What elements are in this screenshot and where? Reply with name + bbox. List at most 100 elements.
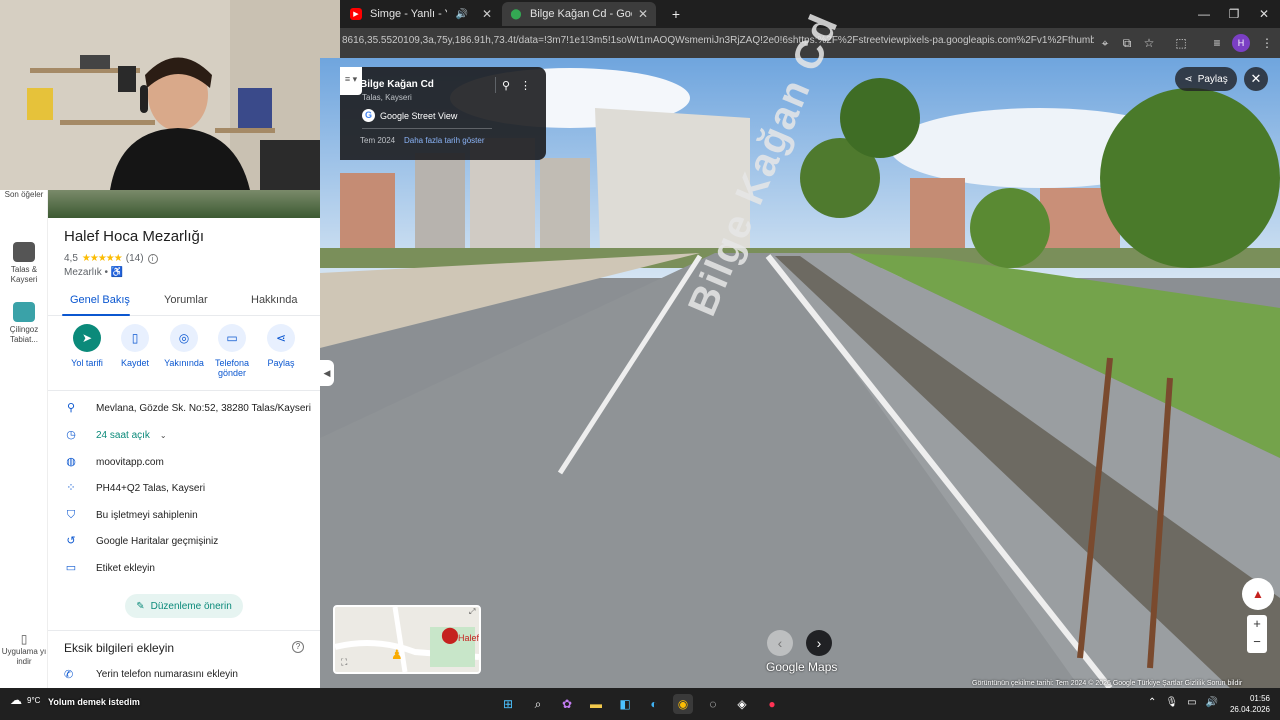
pegman-icon[interactable]: ♟ [391,647,403,663]
system-tray[interactable]: ⌃🎙▭🔊 [1148,697,1227,708]
map-footer: Görüntünün çekilme tarihi: Tem 2024 © 20… [972,680,1243,687]
review-count[interactable]: (14) [126,253,144,264]
rating-value: 4,5 [64,253,78,264]
weather-widget[interactable]: ☁ 9°C [10,693,40,707]
divider [48,630,320,631]
tab-youtube[interactable]: ▶ Simge - Yanlı - YouTube 🔊 ✕ [342,2,500,26]
close-tab-icon[interactable]: ✕ [638,7,648,21]
claim-business-row[interactable]: ⛉ Bu işletmeyi sahiplenin [64,505,314,525]
clock[interactable]: 01:56 26.04.2026 [1230,693,1270,715]
app-icon[interactable]: ◈ [732,694,752,714]
tab-google-maps[interactable]: ⬤ Bilge Kağan Cd - Google Harita ✕ [502,2,656,26]
bookmark-icon: ▯ [121,324,149,352]
search-icon[interactable]: ⌕ [528,694,548,714]
add-label-row[interactable]: ▭ Etiket ekleyin [64,558,314,578]
more-dates-link[interactable]: Daha fazla tarih göster [404,136,485,145]
chevron-down-icon: ⌄ [159,430,167,440]
rail-label: Talas & Kayseri [10,265,38,284]
plus-code-row[interactable]: ⁘ PH44+Q2 Talas, Kayseri [64,478,314,498]
more-options-icon[interactable]: ⋮ [520,79,531,92]
save-button[interactable]: ▯ Kaydet [110,324,160,368]
expand-icon[interactable]: ⛶ [341,657,347,668]
webcam-overlay [0,0,340,190]
location-pin-icon: ⚲ [66,402,76,414]
tab-title: Simge - Yanlı - YouTube [370,8,447,20]
maps-history-row[interactable]: ↺ Google Haritalar geçmişiniz [64,531,314,551]
menu-kebab-icon[interactable]: ⋮ [1258,34,1276,52]
category-row: Mezarlık • ♿ [64,267,123,278]
edge-icon[interactable]: ◐ [644,694,664,714]
share-icon: ⋖ [1184,73,1193,85]
help-icon[interactable]: ? [292,641,304,653]
rail-recent[interactable]: Son öğeler [0,190,48,200]
address-row[interactable]: ⚲ Mevlana, Gözde Sk. No:52, 38280 Talas/… [64,398,314,418]
close-street-view-button[interactable]: ✕ [1244,67,1268,91]
url-field[interactable]: 8616,35.5520109,3a,75y,186.91h,73.4t/dat… [342,35,1094,46]
chrome-icon[interactable]: ◉ [673,694,693,714]
pin-icon[interactable]: ⚲ [502,79,510,92]
collapse-panel-button[interactable]: ◀ [320,360,334,386]
website-row[interactable]: ◍ moovitapp.com [64,452,314,472]
app-icon[interactable]: ◌ [703,694,723,714]
stream-caption: Yolum demek istedim [48,697,140,707]
install-app-icon[interactable]: ⧉ [1118,34,1136,52]
wheelchair-icon: ♿ [110,267,124,278]
tab-reviews[interactable]: Yorumlar [164,294,208,306]
info-icon[interactable]: i [147,253,158,264]
share-icon: ⋖ [267,324,295,352]
action-label: Yol tarifi [71,358,103,368]
nearby-button[interactable]: ◎ Yakınında [159,324,209,368]
share-button[interactable]: ⋖ Paylaş [1175,67,1237,91]
close-window-button[interactable]: ✕ [1250,4,1278,24]
place-photo[interactable] [48,190,320,218]
profile-avatar[interactable]: H [1232,34,1250,52]
suggest-edit-button[interactable]: ✎ Düzenleme önerin [125,594,243,618]
minimize-button[interactable]: — [1190,4,1218,24]
directions-button[interactable]: ➤ Yol tarifi [62,324,112,368]
rail-talas-kayseri[interactable]: Talas & Kayseri [0,242,48,285]
tab-title: Bilge Kağan Cd - Google Harita [530,8,632,20]
place-panel: Halef Hoca Mezarlığı 4,5 ★★★★★ (14) i Me… [48,190,320,688]
file-explorer-icon[interactable]: ▬ [586,694,606,714]
location-icon[interactable]: ⌖ [1096,34,1114,52]
tab-about[interactable]: Hakkında [251,294,297,306]
store-icon[interactable]: ◧ [615,694,635,714]
resize-icon[interactable]: ⤢ [469,607,475,617]
share-place-button[interactable]: ⋖ Paylaş [256,324,306,368]
music-app-icon[interactable]: ● [762,694,782,714]
claim-text: Bu işletmeyi sahiplenin [96,509,198,521]
audio-icon[interactable]: 🔊 [455,9,467,20]
zoom-out-button[interactable]: − [1247,633,1267,651]
extensions-icon[interactable]: ⬚ [1172,34,1190,52]
suggest-edit-label: Düzenleme önerin [150,600,232,612]
rail-label: Son öğeler [4,190,44,199]
bookmark-star-icon[interactable]: ☆ [1140,34,1158,52]
next-arrow-button[interactable]: › [806,630,832,656]
address-text: Mevlana, Gözde Sk. No:52, 38280 Talas/Ka… [96,402,311,414]
windows-taskbar: ☁ 9°C Yolum demek istedim ⊞ ⌕ ✿ ▬ ◧ ◐ ◉ … [0,688,1280,720]
hours-text: 24 saat açık [96,429,150,441]
thumbnail [13,302,35,322]
youtube-icon: ▶ [350,8,362,20]
send-to-phone-icon: ▭ [218,324,246,352]
divider [48,390,320,391]
tab-overview[interactable]: Genel Bakış [70,294,130,306]
rail-cilingoz[interactable]: Çilingoz Tabiat... [0,302,48,345]
send-to-phone-button[interactable]: ▭ Telefona gönder [207,324,257,378]
zoom-in-button[interactable]: + [1247,615,1267,633]
copilot-icon[interactable]: ✿ [557,694,577,714]
start-icon[interactable]: ⊞ [498,694,518,714]
compass-icon[interactable]: ▲ [1242,578,1274,610]
minimap[interactable]: ⬤ ♟ ⤢ ⛶ Halef [333,605,481,674]
new-tab-button[interactable]: + [662,4,690,24]
media-controls-icon[interactable]: ≡ [1208,34,1226,52]
prev-arrow-button[interactable]: ‹ [767,630,793,656]
category[interactable]: Mezarlık • [64,267,108,278]
menu-icon[interactable]: ≡ ▾ [340,67,362,95]
close-tab-icon[interactable]: ✕ [482,7,492,21]
hours-row[interactable]: ◷ 24 saat açık ⌄ [64,425,314,445]
restore-button[interactable]: ❐ [1220,4,1248,24]
add-phone-row[interactable]: ✆ Yerin telefon numarasını ekleyin [64,668,238,681]
zoom-control: + − [1247,615,1267,653]
rail-get-app[interactable]: ▯ Uygulama yı indir [0,633,48,667]
